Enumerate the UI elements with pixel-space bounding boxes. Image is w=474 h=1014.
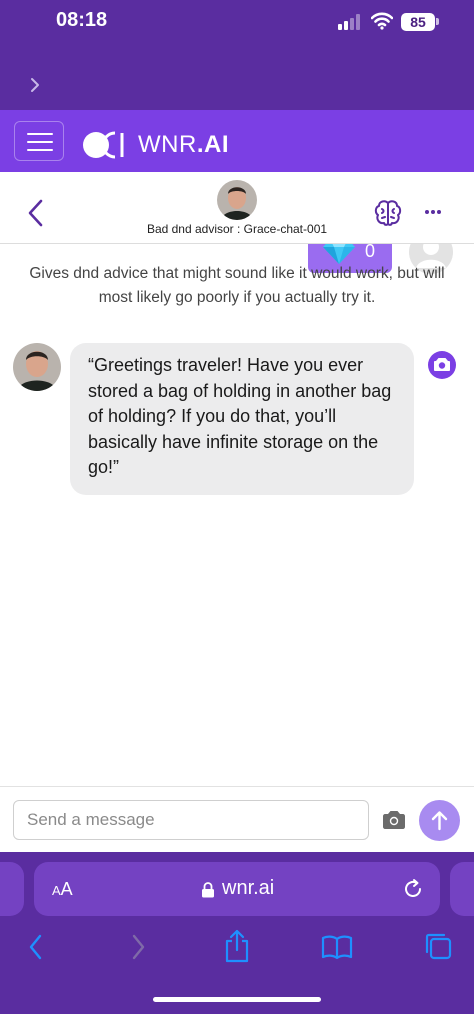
reload-icon[interactable] [402,878,424,900]
message-avatar[interactable] [13,343,61,391]
tabs-icon[interactable] [423,931,453,961]
photo-button[interactable] [428,351,456,379]
app-header: 0 [0,110,474,274]
logo-text-main: WNR [138,131,197,158]
arrow-up-icon [431,811,448,831]
forward-icon[interactable] [126,932,150,962]
address-bar[interactable]: AA wnr.ai [34,862,440,916]
message-bubble: “Greetings traveler! Have you ever store… [70,343,414,495]
bookmarks-icon[interactable] [321,934,353,960]
hamburger-icon-line [27,133,53,135]
aa-big: A [60,879,73,899]
hamburger-icon-line [27,141,53,143]
bot-portrait-image [13,343,61,391]
reader-settings-button[interactable]: AA [52,879,73,900]
logo-text[interactable]: WNR.AI [138,131,229,159]
message-input[interactable] [13,800,369,840]
status-bar: 08:18 85 [0,0,474,110]
next-tab-peek[interactable] [450,862,474,916]
camera-icon[interactable] [382,809,406,831]
menu-button[interactable] [14,121,64,161]
battery-indicator: 85 [401,13,435,31]
hamburger-icon-line [27,149,53,151]
composer [0,786,474,852]
chevron-right-icon[interactable] [28,76,42,94]
home-indicator [153,997,321,1002]
back-icon[interactable] [24,932,48,962]
url-text: wnr.ai [222,877,275,899]
logo-text-suffix: .AI [196,131,229,158]
cellular-signal-icon [338,14,360,30]
clock: 08:18 [56,9,108,31]
chat-description: Gives dnd advice that might sound like i… [29,265,445,306]
camera-icon [434,358,450,371]
lock-icon [202,882,214,898]
share-icon[interactable] [222,928,252,964]
more-options-icon[interactable] [424,203,442,221]
aa-small: A [52,883,61,898]
bot-avatar[interactable] [217,180,257,220]
browser-chrome: AA wnr.ai [0,852,474,1014]
wifi-icon [371,12,393,30]
previous-tab-peek[interactable] [0,862,24,916]
battery-tip [436,18,439,25]
brain-icon[interactable] [373,198,403,228]
logo-icon [83,131,124,159]
gem-count: 0 [365,241,376,261]
send-button[interactable] [419,800,460,841]
bot-portrait-image [217,180,257,220]
